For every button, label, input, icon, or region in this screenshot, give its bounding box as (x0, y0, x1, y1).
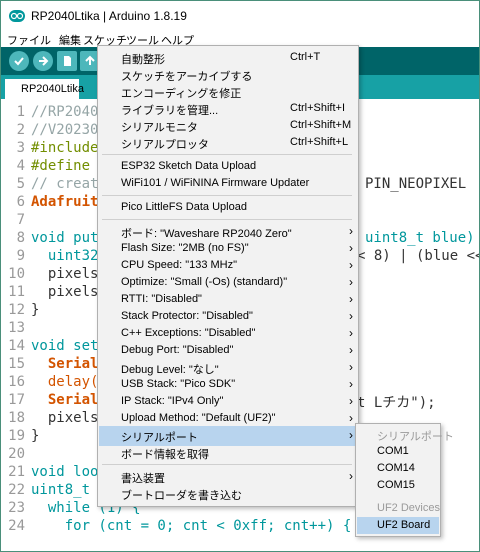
new-sketch-button[interactable] (57, 51, 77, 71)
code-line: delay( (31, 374, 99, 390)
upload-button[interactable] (33, 51, 53, 71)
menu-separator (102, 464, 352, 465)
chevron-right-icon: › (349, 275, 353, 289)
line-number: 11 (8, 284, 25, 300)
tab-label: RP2040Ltika (21, 83, 84, 95)
line-number: 9 (16, 248, 25, 264)
port-item-com14[interactable]: COM14 (357, 460, 439, 477)
chevron-right-icon: › (349, 292, 353, 306)
chevron-right-icon: › (349, 343, 353, 357)
port-item-com1[interactable]: COM1 (357, 443, 439, 460)
line-number: 1 (16, 104, 25, 120)
chevron-right-icon: › (349, 394, 353, 408)
code-line: uint32 (31, 248, 99, 264)
menu-separator (102, 154, 352, 155)
code-line: void set (31, 338, 99, 354)
code-line: pixels (31, 266, 99, 282)
arrow-up-icon (85, 55, 95, 65)
submenu-header-serial-port: シリアルポート (377, 431, 454, 443)
tools-menu: 自動整形 Ctrl+T スケッチをアーカイブする エンコーディングを修正 ライブラ… (97, 45, 359, 507)
verify-button[interactable] (9, 51, 29, 71)
code-fragment: PIN_NEOPIXEL (365, 176, 467, 192)
chevron-right-icon: › (349, 411, 353, 425)
line-number: 7 (16, 212, 25, 228)
line-number: 24 (8, 518, 25, 534)
line-number: 20 (8, 446, 25, 462)
code-line: Adafruit (31, 194, 99, 210)
line-number: 19 (8, 428, 25, 444)
code-line: Serial (31, 356, 99, 372)
code-line: } (31, 302, 40, 318)
submenu-header-uf2-devices: UF2 Devices (377, 502, 440, 514)
chevron-right-icon: › (349, 377, 353, 391)
menu-edit[interactable]: 編集 (59, 32, 81, 48)
menu-file[interactable]: ファイル (7, 32, 51, 48)
line-number: 2 (16, 122, 25, 138)
line-number: 13 (8, 320, 25, 336)
menu-item-get-board-info[interactable]: ボード情報を取得 (99, 443, 357, 463)
code-line: #define (31, 158, 91, 174)
window-title: RP2040Ltika | Arduino 1.8.19 (31, 9, 187, 23)
arduino-logo-icon (9, 10, 25, 22)
code-line: // creat (31, 176, 99, 192)
arrow-right-icon (39, 56, 49, 66)
code-fragment: < 8) | (blue << (357, 248, 480, 264)
code-fragment: t Lチカ"); (357, 395, 436, 411)
code-line: #include (31, 140, 99, 156)
code-fragment: uint8_t blue) (365, 230, 475, 246)
line-number: 10 (8, 266, 25, 282)
chevron-right-icon: › (349, 360, 353, 374)
code-line: void loo (31, 464, 99, 480)
code-line: pixels (31, 284, 99, 300)
line-number: 15 (8, 356, 25, 372)
menu-separator (102, 219, 352, 220)
code-line: Serial (31, 392, 99, 408)
line-number: 16 (8, 374, 25, 390)
code-line: //RP2040 (31, 104, 99, 120)
chevron-right-icon: › (349, 326, 353, 340)
chevron-right-icon: › (349, 428, 353, 442)
code-line: pixels (31, 410, 99, 426)
code-line: for (cnt = 0; cnt < 0xff; cnt++) { (31, 518, 352, 534)
code-line: void put (31, 230, 99, 246)
menu-item-serial-plotter[interactable]: シリアルプロッタ Ctrl+Shift+L (99, 133, 357, 153)
line-number: 8 (16, 230, 25, 246)
line-number-gutter: 1 2 3 4 5 6 7 8 9 10 11 12 13 14 15 16 1… (1, 99, 27, 551)
line-number: 3 (16, 140, 25, 156)
check-icon (14, 57, 24, 66)
new-file-icon (64, 56, 71, 66)
title-bar: RP2040Ltika | Arduino 1.8.19 (1, 1, 479, 31)
chevron-right-icon: › (349, 469, 353, 483)
menu-separator (102, 195, 352, 196)
line-number: 21 (8, 464, 25, 480)
line-number: 6 (16, 194, 25, 210)
line-number: 22 (8, 482, 25, 498)
line-number: 5 (16, 176, 25, 192)
menu-item-wifi-firmware-updater[interactable]: WiFi101 / WiFiNINA Firmware Updater (99, 174, 357, 194)
code-line: } (31, 428, 40, 444)
line-number: 17 (8, 392, 25, 408)
arduino-ide-window: RP2040Ltika | Arduino 1.8.19 ファイル 編集 スケッ… (0, 0, 480, 552)
line-number: 14 (8, 338, 25, 354)
tab-sketch[interactable]: RP2040Ltika (5, 79, 84, 99)
port-item-com15[interactable]: COM15 (357, 477, 439, 494)
line-number: 23 (8, 500, 25, 516)
serial-port-submenu: シリアルポート COM1 COM14 COM15 UF2 Devices UF2… (355, 423, 454, 537)
chevron-right-icon: › (349, 241, 353, 255)
code-line: //V20230 (31, 122, 99, 138)
port-item-uf2-board[interactable]: UF2 Board (357, 517, 439, 534)
chevron-right-icon: › (349, 258, 353, 272)
menu-item-burn-bootloader[interactable]: ブートローダを書き込む (99, 484, 357, 504)
menu-item-pico-littlefs-upload[interactable]: Pico LittleFS Data Upload (99, 198, 357, 218)
line-number: 4 (16, 158, 25, 174)
chevron-right-icon: › (349, 309, 353, 323)
line-number: 12 (8, 302, 25, 318)
chevron-right-icon: › (349, 224, 353, 238)
line-number: 18 (8, 410, 25, 426)
